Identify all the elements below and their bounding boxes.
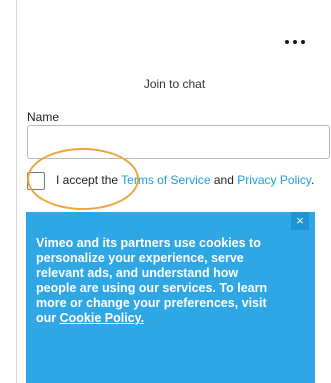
more-horizontal-icon[interactable] [285,38,305,46]
accept-terms-checkbox[interactable] [27,172,45,190]
name-label: Name [27,110,60,124]
terms-consent-text: I accept the Terms of Service and Privac… [56,172,321,188]
close-icon[interactable]: × [291,212,309,230]
join-chat-title: Join to chat [143,77,206,91]
name-input[interactable] [27,125,330,159]
consent-suffix: . [311,173,315,187]
privacy-policy-link[interactable]: Privacy Policy [237,173,311,187]
cookie-message: Vimeo and its partners use cookies to pe… [36,236,276,326]
consent-prefix: I accept the [56,173,122,187]
consent-middle: and [210,173,238,187]
cookie-policy-link[interactable]: Cookie Policy. [60,311,145,325]
terms-of-service-link[interactable]: Terms of Service [121,173,210,187]
screenshot-frame: Join to chat Name I accept the Terms of … [0,0,331,383]
cookie-banner: × Vimeo and its partners use cookies to … [26,212,315,383]
